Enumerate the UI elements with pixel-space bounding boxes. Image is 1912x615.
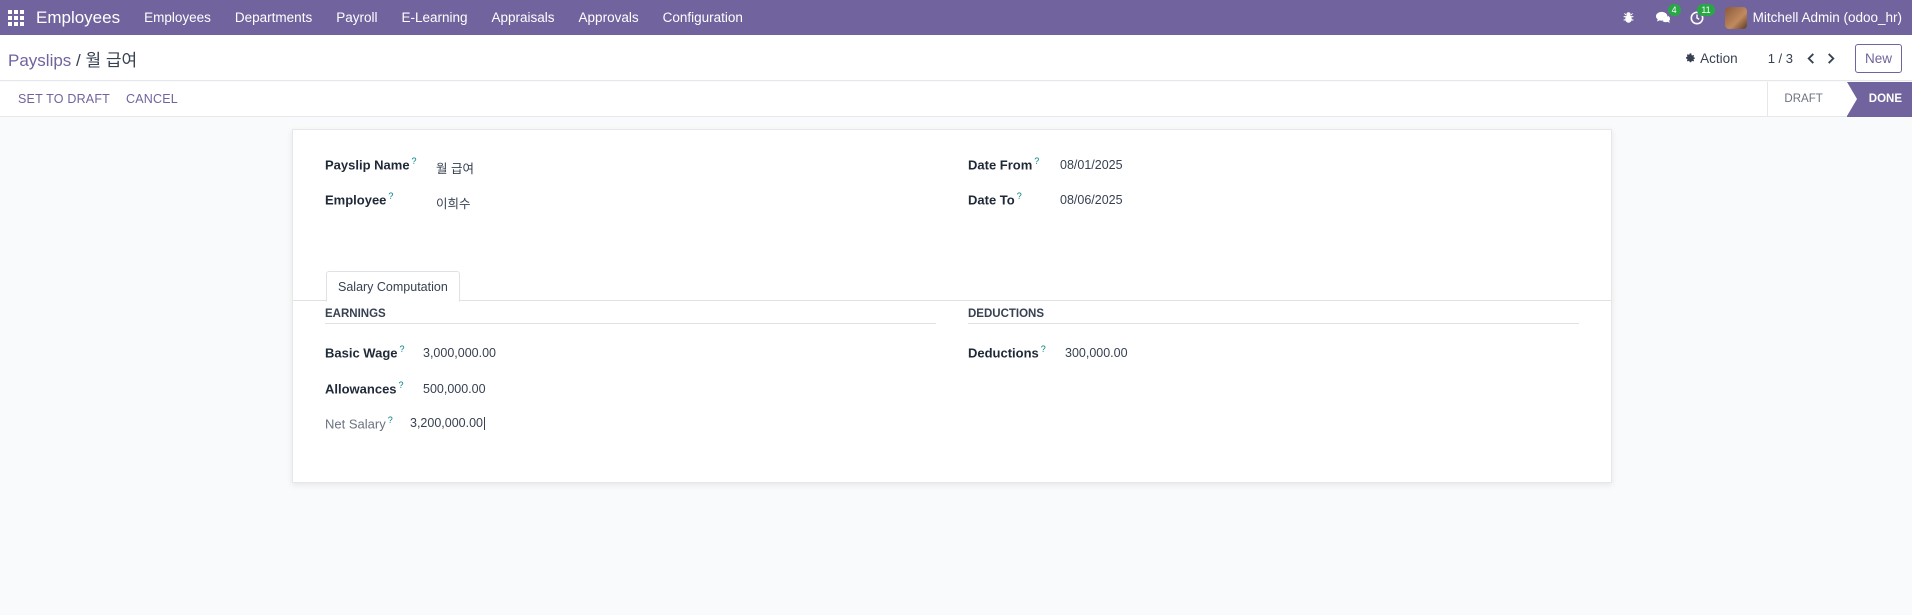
top-navbar: Employees Employees Departments Payroll … [0, 0, 1912, 35]
text-cursor [484, 417, 485, 431]
app-brand[interactable]: Employees [36, 8, 120, 28]
help-icon[interactable]: ? [412, 156, 417, 166]
breadcrumb-payslips-link[interactable]: Payslips [8, 51, 71, 70]
gear-icon [1686, 52, 1696, 62]
allowances-label: Allowances? [325, 380, 404, 397]
breadcrumb-separator: / [71, 51, 86, 70]
activities-badge: 11 [1697, 4, 1715, 16]
earnings-divider [325, 323, 936, 324]
form-sheet: Payslip Name? 월 급여 Employee? 이희수 Date Fr… [292, 129, 1612, 483]
employee-field[interactable]: 이희수 [436, 193, 471, 212]
tab-salary-computation[interactable]: Salary Computation [326, 271, 460, 302]
net-salary-label: Net Salary? [325, 415, 393, 432]
payslip-name-label: Payslip Name? [325, 156, 417, 173]
help-icon[interactable]: ? [1034, 156, 1039, 166]
basic-wage-label: Basic Wage? [325, 344, 405, 361]
activities-clock-icon[interactable]: 11 [1683, 0, 1715, 35]
deductions-field[interactable]: 300,000.00 [1065, 346, 1128, 360]
deductions-section-title: DEDUCTIONS [968, 308, 1045, 320]
net-salary-field[interactable]: 3,200,000.00 [410, 416, 485, 431]
menu-approvals[interactable]: Approvals [567, 10, 651, 25]
messages-badge: 4 [1667, 4, 1681, 16]
help-icon[interactable]: ? [399, 380, 404, 390]
breadcrumb-current: 월 급여 [85, 51, 138, 70]
pager-value[interactable]: 1 / 3 [1768, 51, 1793, 66]
action-label: Action [1700, 50, 1738, 66]
pager-previous-icon[interactable] [1801, 48, 1821, 68]
menu-departments[interactable]: Departments [223, 10, 324, 25]
notebook-tabs: Salary Computation [293, 271, 1611, 302]
menu-appraisals[interactable]: Appraisals [480, 10, 567, 25]
user-menu[interactable]: Mitchell Admin (odoo_hr) [1753, 10, 1902, 25]
basic-wage-field[interactable]: 3,000,000.00 [423, 346, 496, 360]
employee-label: Employee? [325, 191, 394, 208]
deductions-divider [968, 323, 1579, 324]
date-to-label: Date To? [968, 191, 1022, 208]
menu-payroll[interactable]: Payroll [324, 10, 389, 25]
stage-done[interactable]: DONE [1846, 82, 1912, 117]
debug-bug-icon[interactable] [1615, 0, 1643, 35]
allowances-field[interactable]: 500,000.00 [423, 382, 486, 396]
cancel-button[interactable]: CANCEL [126, 82, 178, 117]
help-icon[interactable]: ? [1041, 344, 1046, 354]
earnings-section-title: EARNINGS [325, 308, 386, 320]
breadcrumb: Payslips / 월 급여 [8, 46, 137, 71]
status-bar-row: SET TO DRAFT CANCEL DRAFT DONE [0, 82, 1912, 117]
control-panel: Payslips / 월 급여 Action 1 / 3 New [0, 35, 1912, 81]
payslip-name-field[interactable]: 월 급여 [436, 158, 474, 177]
deductions-label: Deductions? [968, 344, 1046, 361]
messages-icon[interactable]: 4 [1649, 0, 1681, 35]
menu-elearning[interactable]: E-Learning [389, 10, 479, 25]
date-from-field[interactable]: 08/01/2025 [1060, 158, 1123, 172]
new-button[interactable]: New [1854, 43, 1902, 73]
date-to-field[interactable]: 08/06/2025 [1060, 193, 1123, 207]
help-icon[interactable]: ? [400, 344, 405, 354]
pager-next-icon[interactable] [1821, 48, 1841, 68]
user-avatar[interactable] [1724, 6, 1747, 29]
help-icon[interactable]: ? [388, 415, 393, 425]
stage-pipeline: DRAFT DONE [1767, 82, 1912, 117]
menu-employees[interactable]: Employees [132, 10, 223, 25]
stage-draft[interactable]: DRAFT [1767, 82, 1846, 117]
help-icon[interactable]: ? [388, 191, 393, 201]
action-button[interactable]: Action [1685, 51, 1738, 66]
help-icon[interactable]: ? [1017, 191, 1022, 201]
apps-menu-icon[interactable] [8, 9, 24, 26]
menu-configuration[interactable]: Configuration [651, 10, 755, 25]
date-from-label: Date From? [968, 156, 1040, 173]
set-to-draft-button[interactable]: SET TO DRAFT [18, 82, 110, 117]
